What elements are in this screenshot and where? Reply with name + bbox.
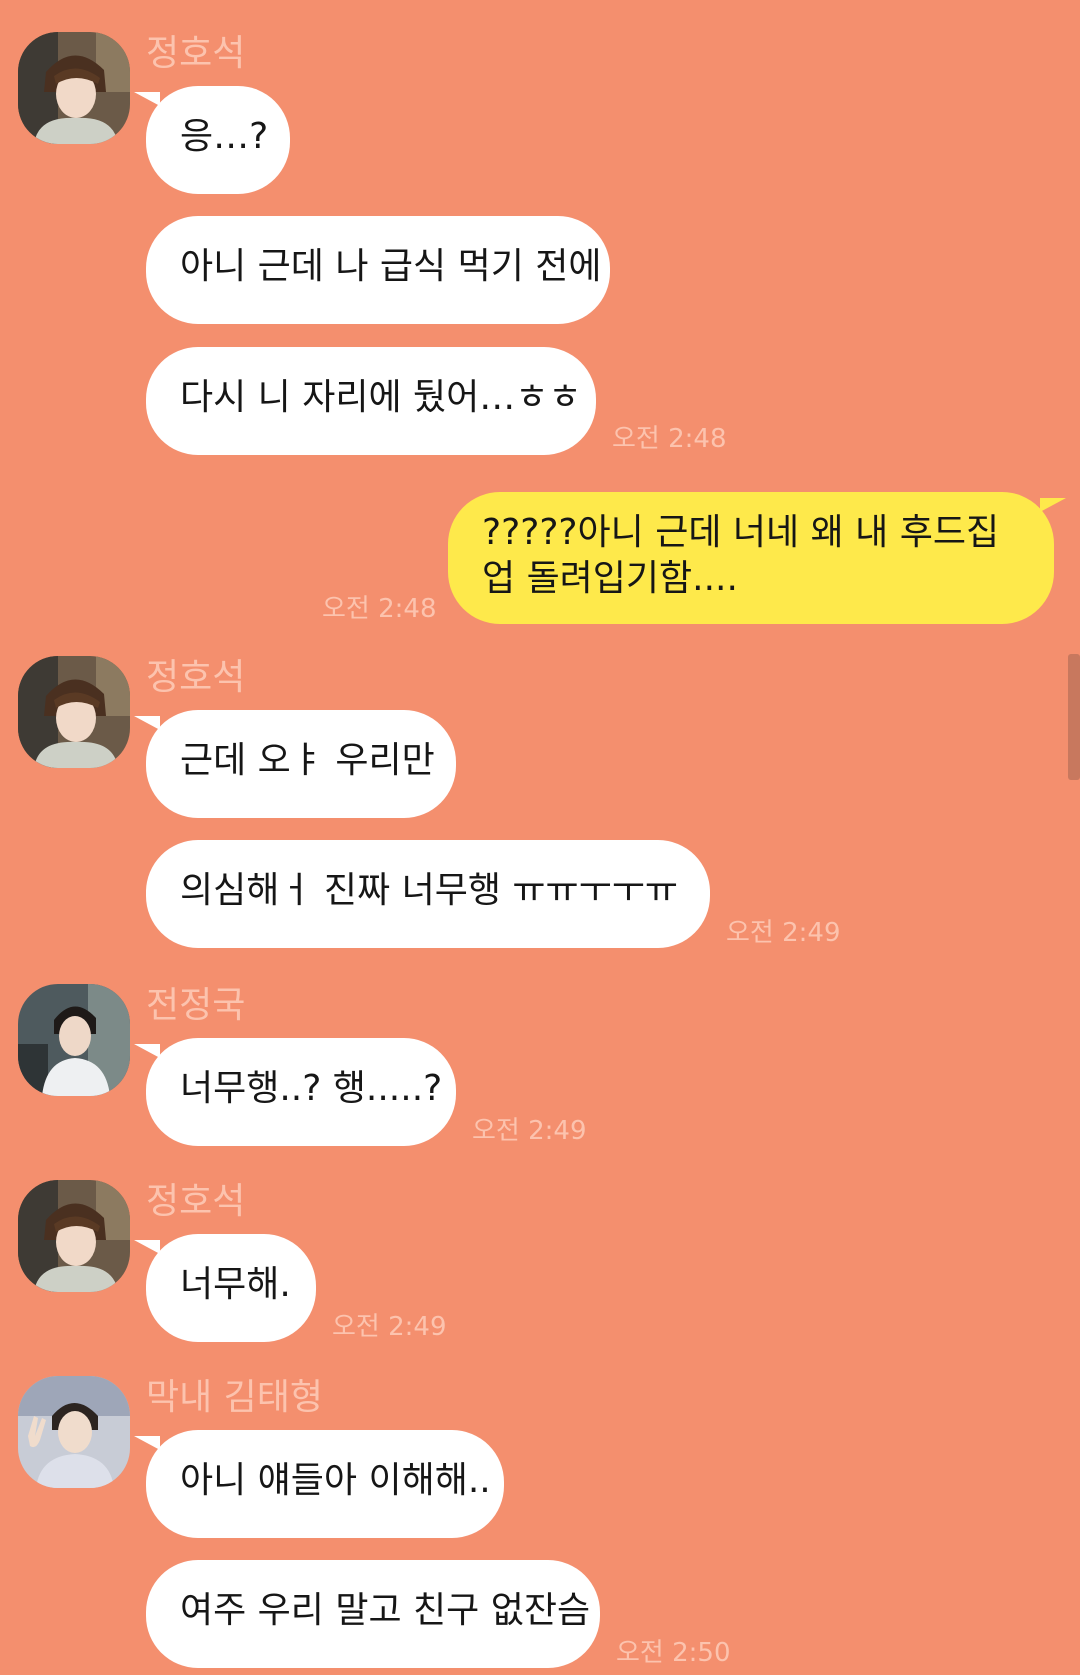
message-time: 오전 2:50 bbox=[616, 1638, 731, 1668]
profile-photo-icon bbox=[18, 32, 130, 144]
profile-photo-icon bbox=[18, 1180, 130, 1292]
sender-name: 정호석 bbox=[146, 33, 246, 74]
profile-photo-icon bbox=[18, 656, 130, 768]
avatar[interactable] bbox=[18, 1180, 130, 1292]
message-bubble[interactable]: 의심해ㅓ 진짜 너무행 ㅠㅠㅜㅜㅠ bbox=[146, 840, 710, 948]
message-bubble[interactable]: 너무해. bbox=[134, 1234, 316, 1342]
sender-name: 막내 김태형 bbox=[146, 1377, 324, 1418]
message-time: 오전 2:49 bbox=[472, 1116, 587, 1146]
scrollbar[interactable] bbox=[1068, 654, 1080, 780]
message-bubble[interactable]: 다시 니 자리에 뒀어…ㅎㅎ bbox=[146, 347, 596, 455]
sender-name: 정호석 bbox=[146, 657, 246, 698]
avatar[interactable] bbox=[18, 1376, 130, 1488]
avatar[interactable] bbox=[18, 984, 130, 1096]
sender-name: 정호석 bbox=[146, 1181, 246, 1222]
message-bubble[interactable]: 근데 오ㅑ 우리만 bbox=[134, 710, 456, 818]
message-bubble[interactable]: 너무행..? 행.....? bbox=[134, 1038, 456, 1146]
message-time: 오전 2:48 bbox=[322, 594, 437, 624]
message-bubble[interactable]: 아니 얘들아 이해해.. bbox=[134, 1430, 504, 1538]
message-time: 오전 2:48 bbox=[612, 424, 727, 454]
message-bubble[interactable]: 응…? bbox=[134, 86, 290, 194]
message-bubble[interactable]: 여주 우리 말고 친구 없잔슴 bbox=[146, 1560, 600, 1668]
avatar[interactable] bbox=[18, 656, 130, 768]
profile-photo-icon bbox=[18, 1376, 130, 1488]
sender-name: 전정국 bbox=[146, 985, 246, 1026]
message-time: 오전 2:49 bbox=[332, 1312, 447, 1342]
message-time: 오전 2:49 bbox=[726, 918, 841, 948]
message-bubble-outgoing[interactable]: ?????아니 근데 너네 왜 내 후드집업 돌려입기함.... bbox=[448, 492, 1066, 624]
profile-photo-icon bbox=[18, 984, 130, 1096]
message-bubble[interactable]: 아니 근데 나 급식 먹기 전에 bbox=[146, 216, 610, 324]
avatar[interactable] bbox=[18, 32, 130, 144]
